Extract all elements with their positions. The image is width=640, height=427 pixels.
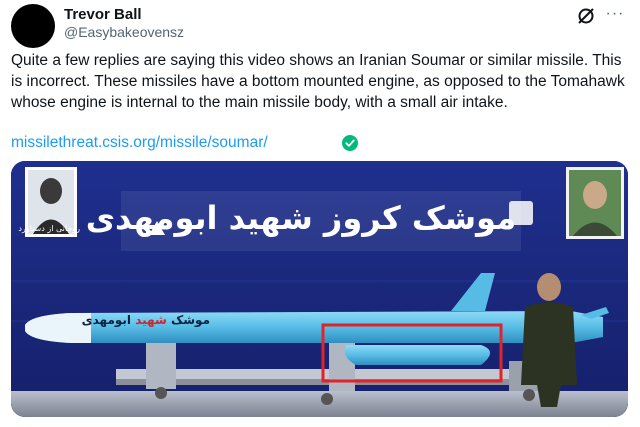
missile-label: موشک شهید ابومهدی <box>81 313 210 327</box>
author-handle[interactable]: @Easybakeovensz <box>64 24 184 41</box>
tweet-text: Quite a few replies are saying this vide… <box>11 52 625 111</box>
portrait-caption: روحانی از دستاورد <box>18 224 80 233</box>
author-name[interactable]: Trevor Ball <box>64 6 142 24</box>
tweet-link[interactable]: missilethreat.csis.org/missile/soumar/ <box>11 133 268 153</box>
avatar[interactable] <box>11 4 55 48</box>
grok-icon[interactable] <box>576 6 596 26</box>
verified-check-icon <box>342 135 358 151</box>
more-options-icon[interactable]: ··· <box>604 4 626 24</box>
banner-text: موشک کروز شهید ابومهدی <box>85 199 516 237</box>
tweet-card: Trevor Ball @Easybakeovensz ··· Quite a … <box>0 0 640 427</box>
